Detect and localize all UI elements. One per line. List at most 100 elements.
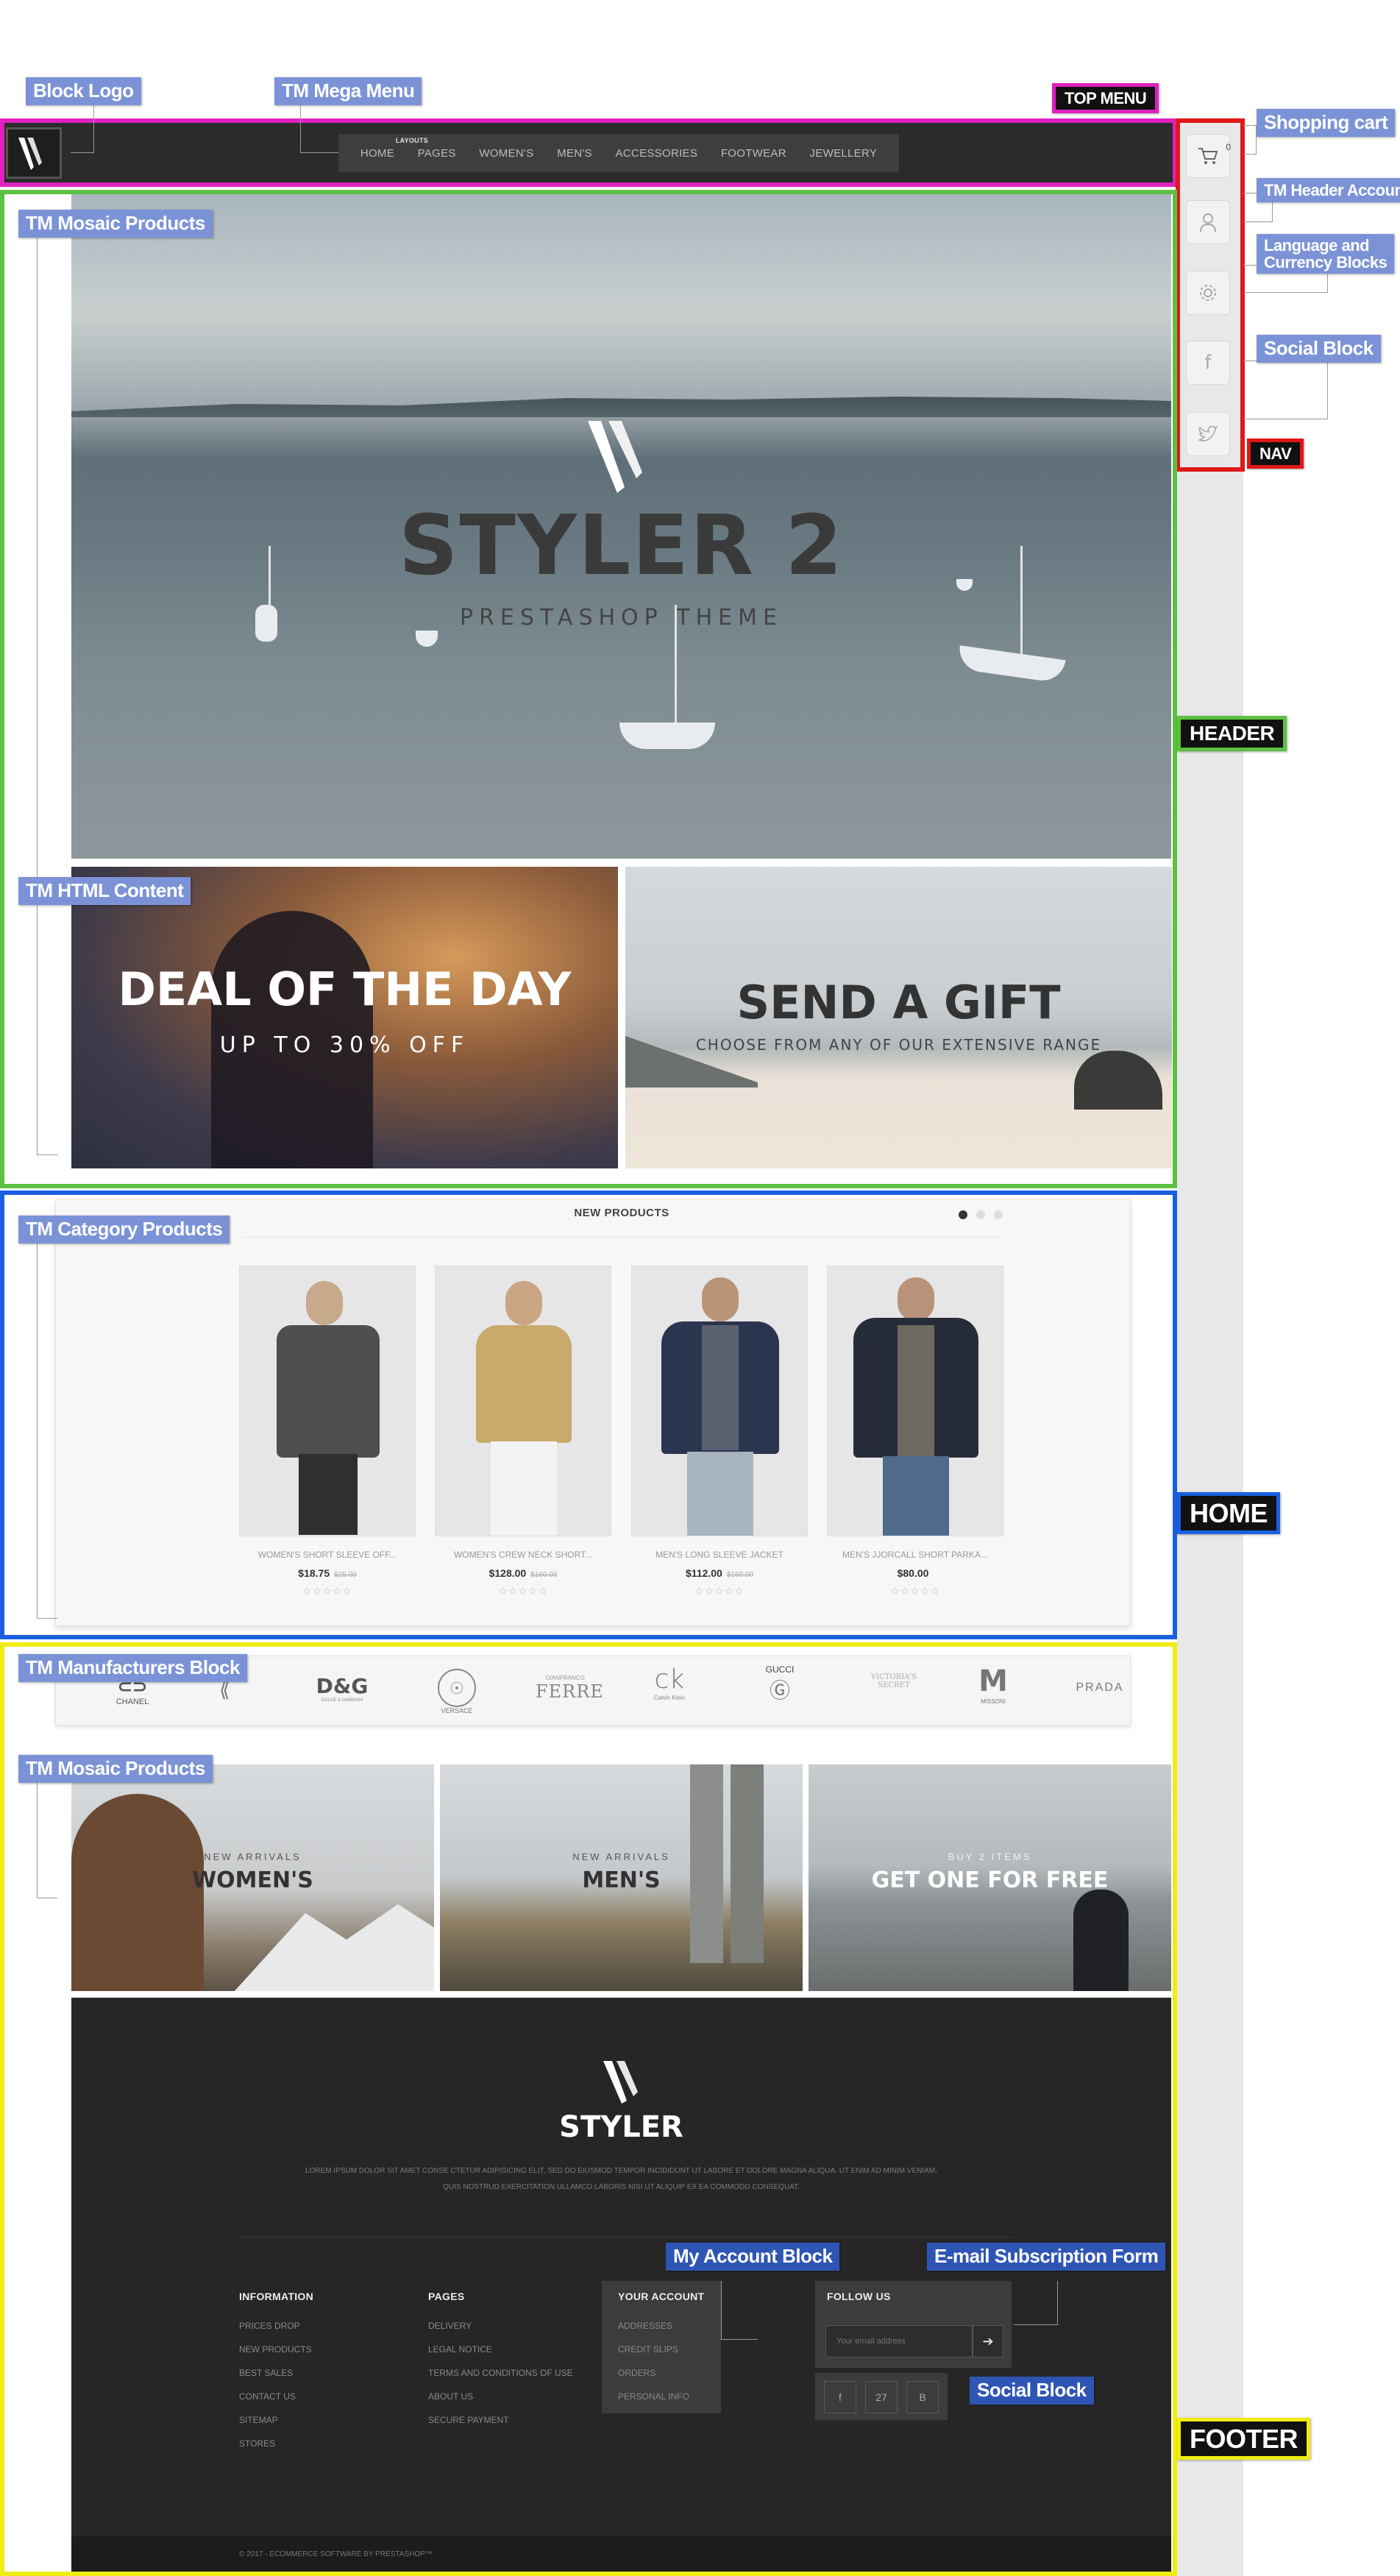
product-card[interactable]: WOMEN'S CREW NECK SHORT... $128.00 $160.0…	[435, 1266, 611, 1597]
hero-shoreline	[71, 397, 1171, 417]
product-image[interactable]	[239, 1266, 416, 1536]
boat-mast	[675, 605, 677, 723]
facebook-button[interactable]: f	[1186, 341, 1230, 385]
brand-versace[interactable]: ☉ VERSACE	[434, 1669, 480, 1714]
brand-dg[interactable]: D&G DOLCE & GABBANA	[309, 1674, 375, 1703]
footer-link[interactable]: DELIVERY	[428, 2321, 472, 2331]
menu-item-accessories[interactable]: ACCESSORIES	[616, 147, 698, 160]
footer-text-line-2: QUIS NOSTRUD EXERCITATION ULLAMCO LABORI…	[443, 2183, 800, 2191]
product-old-price: $25.00	[334, 1571, 357, 1579]
footer-link[interactable]: PERSONAL INFO	[618, 2391, 689, 2402]
boat	[619, 723, 715, 749]
product-card[interactable]: MEN'S LONG SLEEVE JACKET $112.00 $160.00 …	[631, 1266, 808, 1597]
footer-link[interactable]: BEST SALES	[239, 2368, 293, 2378]
boat	[255, 605, 277, 642]
label-mosaic-products: TM Mosaic Products	[18, 210, 213, 238]
banner-send-a-gift[interactable]: SEND A GIFT CHOOSE FROM ANY OF OUR EXTEN…	[625, 867, 1172, 1168]
footer-link[interactable]: SITEMAP	[239, 2415, 278, 2425]
hero-slider[interactable]: STYLER 2 PRESTASHOP THEME	[71, 193, 1171, 859]
footer-link[interactable]: TERMS AND CONDITIONS OF USE	[428, 2368, 573, 2378]
menu-item-mens[interactable]: MEN'S	[557, 147, 592, 160]
cart-icon	[1198, 148, 1218, 164]
product-name[interactable]: WOMEN'S CREW NECK SHORT...	[435, 1550, 611, 1560]
product-card[interactable]: WOMEN'S SHORT SLEEVE OFF... $18.75 $25.00…	[239, 1266, 416, 1597]
brand-prada[interactable]: PRADA	[1074, 1681, 1126, 1695]
twitter-button[interactable]	[1186, 412, 1230, 456]
boat	[416, 631, 438, 647]
category-divider	[243, 1237, 1001, 1238]
account-button[interactable]	[1186, 200, 1230, 244]
label-home: HOME	[1177, 1492, 1280, 1535]
footer-bottom-bar	[71, 2536, 1171, 2573]
product-name[interactable]: MEN'S LONG SLEEVE JACKET	[631, 1550, 808, 1560]
block-logo[interactable]	[6, 127, 62, 179]
footer-link[interactable]: ABOUT US	[428, 2391, 473, 2402]
brand-ck[interactable]: ck Calvin Klein	[647, 1664, 692, 1701]
product-card[interactable]: MEN'S JJORCALL SHORT PARKA... $80.00 ☆☆☆…	[827, 1266, 1003, 1597]
menu-item-home[interactable]: HOME LAYOUTS	[360, 137, 428, 160]
footer-link[interactable]: NEW PRODUCTS	[239, 2344, 312, 2355]
hero-subtitle: PRESTASHOP THEME	[460, 605, 783, 631]
footer-link[interactable]: LEGAL NOTICE	[428, 2344, 492, 2355]
footer-blog-button[interactable]: B	[906, 2381, 939, 2413]
brand-ferre[interactable]: GIANFRANCO FERRE	[536, 1675, 603, 1702]
newsletter-email-input[interactable]	[825, 2325, 973, 2357]
menu-item-womens[interactable]: WOMEN'S	[479, 147, 533, 160]
label-language-currency: Language and Currency Blocks	[1257, 234, 1395, 274]
connector-line	[1243, 361, 1328, 419]
product-price: $80.00	[897, 1567, 929, 1579]
product-price: $112.00 $160.00	[686, 1567, 753, 1579]
arrow-right-icon: ➔	[982, 2333, 994, 2349]
footer-facebook-button[interactable]: f	[824, 2381, 856, 2413]
user-icon	[1200, 213, 1216, 233]
mega-menu: HOME LAYOUTS PAGES WOMEN'S MEN'S ACCESSOR…	[338, 134, 899, 172]
gift-subtitle: CHOOSE FROM ANY OF OUR EXTENSIVE RANGE	[695, 1036, 1102, 1054]
footer-information-title: INFORMATION	[239, 2291, 314, 2302]
footer-link[interactable]: ADDRESSES	[618, 2321, 672, 2331]
footer-link[interactable]: CREDIT SLIPS	[618, 2344, 678, 2355]
carousel-dot[interactable]	[976, 1210, 985, 1219]
connector-line	[37, 213, 57, 1155]
product-rating: ☆☆☆☆☆	[694, 1585, 745, 1597]
product-price: $128.00 $160.00	[488, 1567, 558, 1579]
menu-item-jewellery[interactable]: JEWELLERY	[810, 147, 878, 160]
carousel-dot[interactable]	[994, 1210, 1003, 1219]
product-image[interactable]	[435, 1266, 611, 1536]
connector-line	[1243, 125, 1257, 155]
mosaic-buy-2[interactable]: BUY 2 ITEMS GET ONE FOR FREE	[809, 1764, 1171, 1991]
footer-link[interactable]: ORDERS	[618, 2368, 655, 2378]
mosaic-title: GET ONE FOR FREE	[871, 1867, 1109, 1893]
mosaic-mens[interactable]: NEW ARRIVALS MEN'S	[440, 1764, 803, 1991]
label-category-products: TM Category Products	[18, 1216, 230, 1243]
brand-armani[interactable]: ⟪	[219, 1679, 230, 1702]
product-name[interactable]: WOMEN'S SHORT SLEEVE OFF...	[239, 1550, 416, 1560]
product-rating: ☆☆☆☆☆	[302, 1585, 352, 1597]
product-old-price: $160.00	[530, 1571, 558, 1579]
menu-item-footwear[interactable]: FOOTWEAR	[721, 147, 786, 160]
brand-missoni[interactable]: M MISSONI	[971, 1664, 1015, 1705]
footer-link[interactable]: CONTACT US	[239, 2391, 296, 2402]
footer-account-title: YOUR ACCOUNT	[618, 2291, 705, 2302]
cart-count: 0	[1226, 142, 1231, 152]
facebook-icon: f	[1204, 352, 1212, 374]
footer-link[interactable]: PRICES DROP	[239, 2321, 300, 2331]
product-image[interactable]	[827, 1266, 1003, 1536]
banner-deal-of-the-day[interactable]: DEAL OF THE DAY UP TO 30% OFF	[71, 867, 618, 1168]
product-old-price: $160.00	[726, 1571, 753, 1579]
settings-button[interactable]	[1186, 271, 1230, 315]
mosaic-womens[interactable]: NEW ARRIVALS WOMEN'S	[71, 1764, 434, 1991]
footer-link[interactable]: SECURE PAYMENT	[428, 2415, 509, 2425]
brand-gucci[interactable]: GUCCI Ⓖ	[758, 1664, 802, 1704]
page: HOME LAYOUTS PAGES WOMEN'S MEN'S ACCESSOR…	[0, 0, 1400, 2576]
label-mosaic-products-2: TM Mosaic Products	[18, 1755, 213, 1783]
carousel-dot-active[interactable]	[959, 1210, 967, 1219]
menu-item-pages[interactable]: PAGES	[418, 147, 456, 160]
footer-pinterest-button[interactable]: 27	[865, 2381, 898, 2413]
newsletter-submit-button[interactable]: ➔	[973, 2325, 1003, 2357]
product-image[interactable]	[631, 1266, 808, 1536]
brand-victorias-secret[interactable]: VICTORIA'S SECRET	[857, 1673, 931, 1689]
cart-button[interactable]: 0	[1186, 134, 1231, 178]
footer-link[interactable]: STORES	[239, 2438, 275, 2449]
product-name[interactable]: MEN'S JJORCALL SHORT PARKA...	[827, 1550, 1003, 1560]
mosaic-subtitle: NEW ARRIVALS	[572, 1851, 670, 1862]
